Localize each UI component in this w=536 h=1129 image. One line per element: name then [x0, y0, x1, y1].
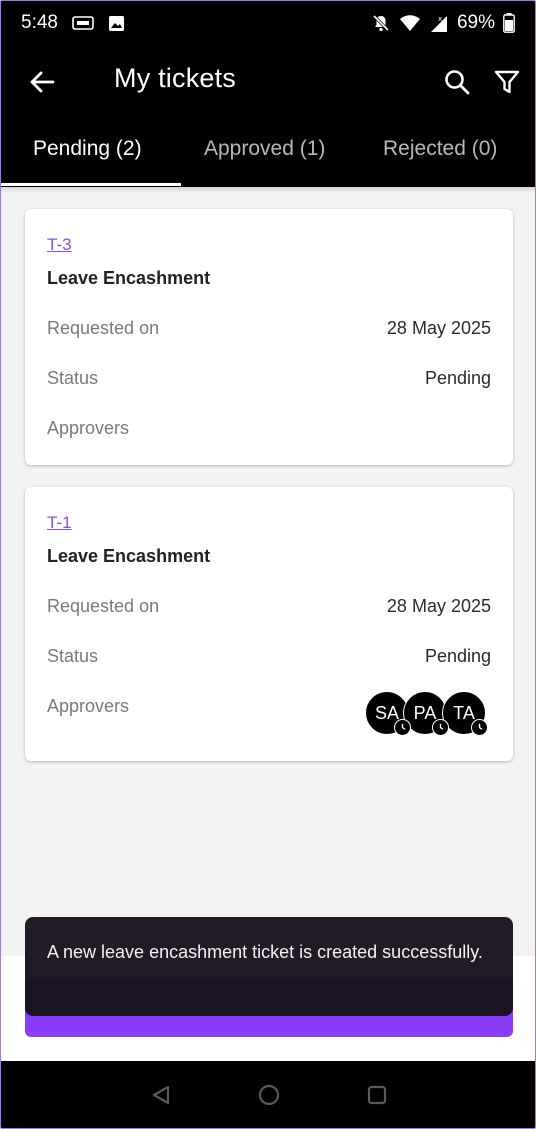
- search-icon: [445, 70, 470, 95]
- filter-icon: [494, 70, 520, 94]
- status-bar: 5:48 x 69%: [1, 1, 535, 45]
- nav-home-button[interactable]: [254, 1080, 284, 1110]
- approver-avatars[interactable]: SA PA TA: [365, 691, 489, 739]
- ticket-tabs: Pending (2) Approved (1) Rejected (0): [1, 117, 535, 187]
- snackbar-message: A new leave encashment ticket is created…: [25, 917, 513, 1016]
- status-value: Pending: [424, 368, 491, 388]
- requested-on-label: Requested on: [47, 318, 160, 338]
- battery-icon: [503, 13, 515, 33]
- mute-icon: [371, 13, 391, 33]
- requested-on-value: 28 May 2025: [386, 596, 491, 616]
- tab-rejected[interactable]: Rejected (0): [383, 137, 497, 161]
- clock-icon: [432, 719, 449, 736]
- approvers-label: Approvers: [47, 418, 130, 438]
- app-bar: My tickets: [1, 45, 535, 117]
- tab-approved[interactable]: Approved (1): [204, 137, 325, 161]
- status-label: Status: [47, 646, 99, 666]
- image-icon: [108, 15, 125, 32]
- clock-icon: [394, 719, 411, 736]
- filter-button[interactable]: [491, 66, 523, 98]
- requested-on-value: 28 May 2025: [386, 318, 491, 338]
- clock-icon: [471, 719, 488, 736]
- search-button[interactable]: [441, 66, 473, 98]
- app-screen: 5:48 x 69% My tickets Pending (2) Approv…: [0, 0, 536, 1129]
- ticket-id-link[interactable]: T-3: [47, 235, 72, 255]
- tabs-shadow: [1, 187, 535, 193]
- requested-on-label: Requested on: [47, 596, 160, 616]
- status-time: 5:48: [21, 12, 58, 33]
- ticket-card[interactable]: T-3 Leave Encashment Requested on 28 May…: [25, 209, 513, 465]
- ticket-type: Leave Encashment: [47, 268, 211, 288]
- signal-icon: x: [429, 13, 449, 33]
- wifi-icon: [399, 14, 421, 32]
- nav-back-button[interactable]: [146, 1080, 176, 1110]
- back-button[interactable]: [27, 67, 57, 97]
- ticket-card[interactable]: T-1 Leave Encashment Requested on 28 May…: [25, 487, 513, 761]
- ticket-id-link[interactable]: T-1: [47, 513, 72, 533]
- system-nav-bar: [1, 1061, 535, 1128]
- nav-home-icon: [258, 1084, 280, 1106]
- back-arrow-icon: [30, 71, 55, 93]
- ticket-type: Leave Encashment: [47, 546, 211, 566]
- tab-pending[interactable]: Pending (2): [33, 137, 142, 161]
- nav-back-icon: [152, 1085, 170, 1105]
- status-label: Status: [47, 368, 99, 388]
- svg-text:x: x: [438, 15, 442, 23]
- battery-percent: 69%: [456, 12, 495, 33]
- nav-recents-button[interactable]: [362, 1080, 392, 1110]
- approvers-label: Approvers: [47, 696, 130, 716]
- sim-icon: [72, 16, 94, 30]
- active-tab-indicator: [1, 183, 181, 186]
- nav-recents-icon: [367, 1085, 387, 1105]
- page-title: My tickets: [114, 63, 237, 93]
- status-value: Pending: [424, 646, 491, 666]
